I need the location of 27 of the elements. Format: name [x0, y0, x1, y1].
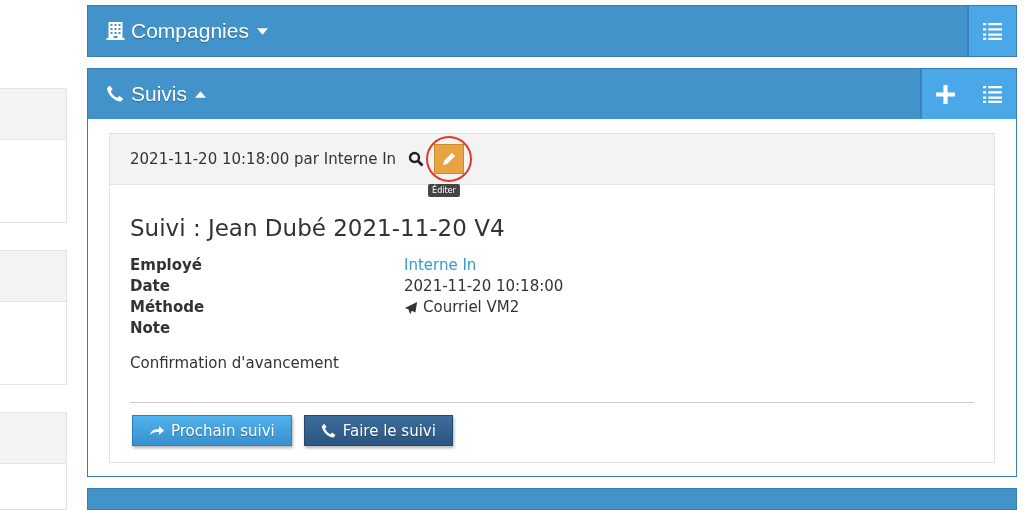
- tooltip: Éditer: [428, 184, 460, 197]
- paper-plane-icon: [404, 300, 418, 315]
- caret-icon[interactable]: [256, 27, 268, 35]
- panel-title[interactable]: Compagnies: [131, 19, 249, 43]
- phone-icon: [106, 84, 125, 104]
- edit-button[interactable]: [434, 144, 465, 174]
- plus-icon: [935, 83, 956, 105]
- building-icon: [106, 21, 125, 41]
- followup-meta: 2021-11-20 10:18:00 par Interne In: [130, 150, 397, 168]
- panel-title[interactable]: Suivis: [131, 82, 188, 106]
- note-text: Confirmation d'avancement: [130, 354, 340, 372]
- next-followup-button[interactable]: Prochain suivi: [132, 415, 292, 446]
- field-label: Date: [130, 276, 171, 297]
- list-icon: [982, 20, 1003, 42]
- field-value: 2021-11-20 10:18:00: [404, 276, 564, 297]
- caret-icon[interactable]: [195, 90, 207, 98]
- phone-icon: [320, 422, 337, 439]
- do-followup-button[interactable]: Faire le suivi: [303, 415, 453, 446]
- employee-link[interactable]: Interne In: [404, 255, 477, 276]
- field-value: Courriel VM2: [423, 297, 520, 318]
- search-icon[interactable]: [408, 151, 425, 167]
- followup-title: Suivi : Jean Dubé 2021-11-20 V4: [130, 215, 506, 241]
- field-label: Méthode: [130, 297, 206, 318]
- field-label: Note: [130, 318, 172, 339]
- field-label: Employé: [130, 255, 203, 276]
- pencil-icon: [441, 151, 458, 167]
- list-icon: [982, 83, 1003, 105]
